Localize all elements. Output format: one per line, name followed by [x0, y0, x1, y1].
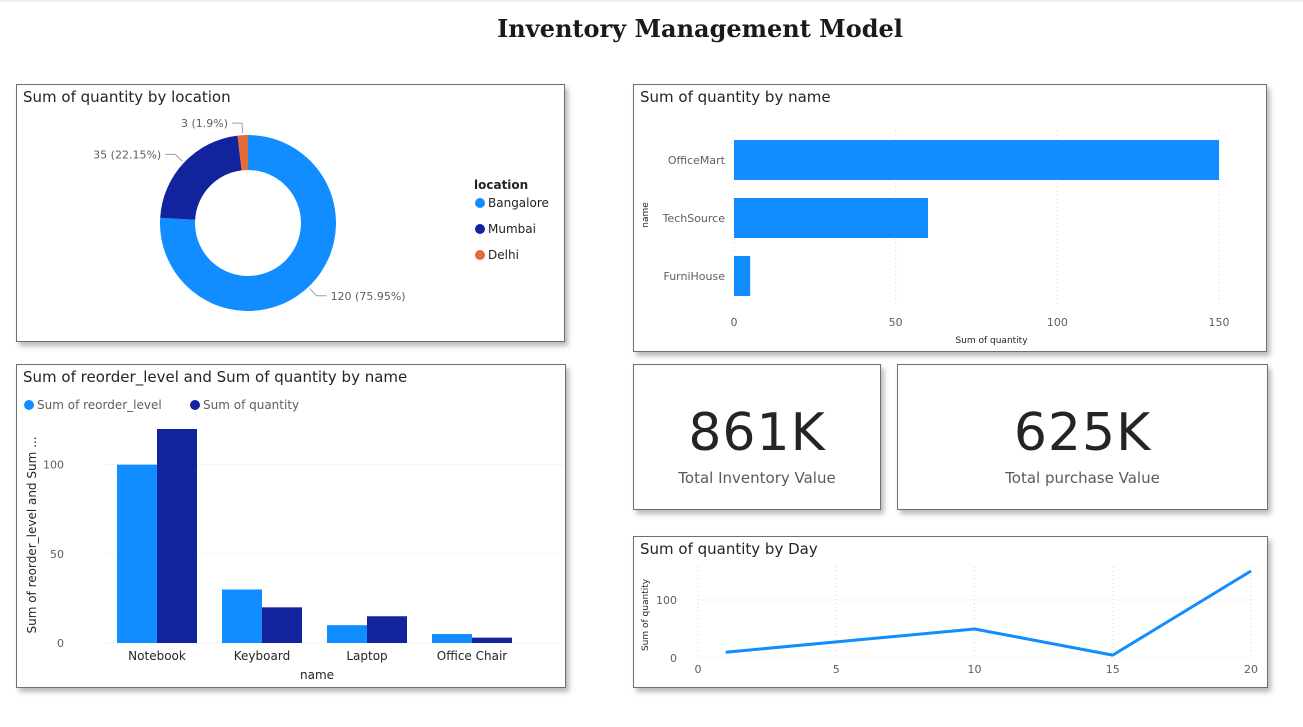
legend-label: Mumbai	[488, 222, 536, 236]
x-tick-label: Notebook	[128, 649, 186, 663]
bar	[734, 140, 1219, 180]
bar	[432, 634, 472, 643]
hbar-chart-card[interactable]: Sum of quantity by name 0 50 100 150 OfficeM…	[633, 84, 1267, 352]
data-label: 120 (75.95%)	[331, 290, 406, 303]
x-tick-label: 10	[968, 663, 982, 676]
x-tick-label: 5	[833, 663, 840, 676]
x-tick-label: 0	[695, 663, 702, 676]
bar	[734, 256, 751, 296]
page-title: Inventory Management Model	[497, 14, 903, 43]
x-tick-label: Keyboard	[234, 649, 290, 663]
kpi-value: 625K	[1013, 403, 1152, 463]
y-tick-label: 0	[670, 652, 677, 665]
x-tick-label: 50	[889, 316, 903, 329]
leader-line	[165, 153, 183, 162]
bar	[327, 625, 367, 643]
line-chart: 0 5 10 15 20 0 100 Sum of quantity	[641, 567, 1258, 676]
legend-label: Delhi	[488, 248, 519, 262]
x-tick-label: Office Chair	[437, 649, 508, 663]
y-tick-label: 100	[43, 459, 64, 472]
bar	[472, 637, 512, 643]
bar	[157, 429, 197, 643]
kpi-label: Total purchase Value	[1005, 469, 1160, 487]
bar	[222, 589, 262, 643]
legend-marker	[24, 400, 34, 410]
top-divider	[0, 0, 1303, 2]
legend-marker	[475, 250, 485, 260]
kpi-label: Total Inventory Value	[678, 469, 836, 487]
kpi-card-purchase[interactable]: 625K Total purchase Value	[897, 364, 1268, 510]
cbar-chart-card[interactable]: Sum of reorder_level and Sum of quantity…	[16, 364, 566, 688]
y-tick-label: TechSource	[662, 212, 726, 225]
y-tick-label: 100	[656, 594, 677, 607]
legend-marker	[190, 400, 200, 410]
legend-label: Sum of reorder_level	[37, 398, 162, 412]
donut-chart-card[interactable]: Sum of quantity by location 120 (75.95%)…	[16, 84, 565, 342]
y-tick-label: 50	[50, 548, 64, 561]
y-axis-label: Sum of reorder_level and Sum ...	[25, 436, 39, 633]
data-label: 3 (1.9%)	[181, 117, 228, 130]
x-tick-label: 100	[1047, 316, 1068, 329]
leader-line	[232, 122, 244, 134]
y-axis-label: name	[641, 202, 651, 228]
x-tick-label: 15	[1106, 663, 1120, 676]
legend-marker	[475, 224, 485, 234]
x-axis-label: Sum of quantity	[955, 336, 1028, 346]
x-axis-label: name	[300, 668, 334, 682]
x-tick-label: Laptop	[346, 649, 387, 663]
donut-slice	[160, 135, 242, 220]
bar	[262, 607, 302, 643]
hbar-chart: 0 50 100 150 OfficeMart TechSource FurniHouse S…	[641, 131, 1230, 346]
x-tick-label: 0	[731, 316, 738, 329]
y-axis-label: Sum of quantity	[641, 578, 651, 651]
y-tick-label: FurniHouse	[663, 270, 725, 283]
bar	[117, 464, 157, 643]
line-chart-card[interactable]: Sum of quantity by Day 0 5 10 15 20 0 100 Sum o…	[633, 536, 1268, 688]
legend-label: Sum of quantity	[203, 398, 299, 412]
series-line	[725, 569, 1252, 657]
legend-title: location	[474, 178, 528, 192]
cbar-chart: 0 50 100 Notebook Keyboard Laptop Office Chair…	[24, 398, 562, 682]
kpi-value: 861K	[688, 403, 826, 463]
data-label: 35 (22.15%)	[93, 148, 161, 161]
y-tick-label: 0	[57, 637, 64, 650]
bar	[734, 198, 928, 238]
bar	[367, 616, 407, 643]
legend-label: Bangalore	[488, 196, 549, 210]
leader-line	[309, 288, 327, 297]
legend-marker	[475, 198, 485, 208]
y-tick-label: OfficeMart	[668, 154, 726, 167]
x-tick-label: 20	[1244, 663, 1258, 676]
kpi-card-inventory[interactable]: 861K Total Inventory Value	[633, 364, 881, 510]
x-tick-label: 150	[1209, 316, 1230, 329]
donut-chart: 120 (75.95%) 35 (22.15%) 3 (1.9%) location B…	[93, 117, 549, 311]
